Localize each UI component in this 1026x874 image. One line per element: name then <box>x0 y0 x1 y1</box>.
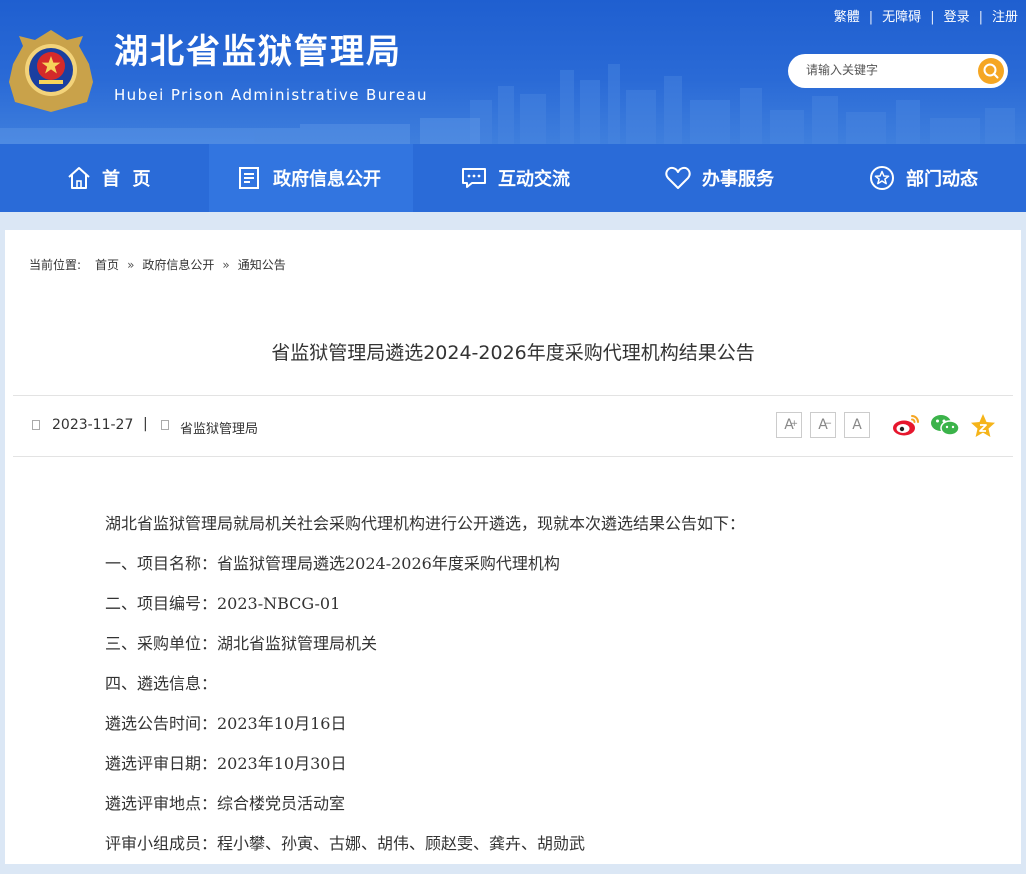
breadcrumb: 当前位置: 首页 » 政府信息公开 » 通知公告 <box>29 256 286 273</box>
chat-icon <box>462 168 486 188</box>
article-title: 省监狱管理局遴选2024-2026年度采购代理机构结果公告 <box>271 342 755 364</box>
breadcrumb-gov-info[interactable]: 政府信息公开 <box>142 258 214 272</box>
breadcrumb-separator: » <box>222 258 230 272</box>
plus-icon: + <box>790 419 798 429</box>
article-source: 省监狱管理局 <box>180 422 259 437</box>
login-link[interactable]: 登录 <box>944 10 970 25</box>
star-icon <box>870 166 894 190</box>
article-card: 当前位置: 首页 » 政府信息公开 » 通知公告 省监狱管理局遴选2024-2026年度采… <box>5 230 1021 864</box>
accessibility-link[interactable]: 无障碍 <box>882 10 921 25</box>
nav-item-gov-info[interactable]: 政府信息公开 <box>209 144 413 212</box>
search-input[interactable] <box>804 62 968 78</box>
breadcrumb-prefix: 当前位置: <box>29 258 82 272</box>
nav-item-label: 首 页 <box>102 169 151 190</box>
breadcrumb-home[interactable]: 首页 <box>95 258 119 272</box>
font-button-label: A <box>852 417 862 433</box>
nav-item-label: 部门动态 <box>906 169 978 190</box>
register-link[interactable]: 注册 <box>992 10 1018 25</box>
breadcrumb-separator: » <box>127 258 135 272</box>
nav-item-interaction[interactable]: 互动交流 <box>460 144 570 212</box>
article-paragraph: 一、项目名称：省监狱管理局遴选2024-2026年度采购代理机构 <box>105 554 560 573</box>
search-button[interactable] <box>978 58 1004 84</box>
article-paragraph: 湖北省监狱管理局就局机关社会采购代理机构进行公开遴选，现就本次遴选结果公告如下： <box>105 514 746 533</box>
article-paragraph: 评审小组成员：程小攀、孙寅、古娜、胡伟、顾赵雯、龚卉、胡勋武 <box>105 834 586 853</box>
home-icon <box>68 167 90 189</box>
font-decrease-button[interactable]: A − <box>810 412 836 438</box>
wechat-icon[interactable] <box>929 412 961 438</box>
police-emblem-icon[interactable] <box>5 24 97 116</box>
font-increase-button[interactable]: A + <box>776 412 802 438</box>
nav-item-home[interactable]: 首 页 <box>66 144 151 212</box>
meta-separator: | <box>143 416 148 432</box>
search-icon <box>983 63 999 79</box>
nav-item-label: 政府信息公开 <box>273 169 381 190</box>
article-paragraph: 四、遴选信息： <box>105 674 218 693</box>
site-title[interactable]: 湖北省监狱管理局 <box>114 32 402 72</box>
weibo-icon[interactable] <box>891 412 921 438</box>
document-icon <box>239 167 259 189</box>
minus-icon: − <box>824 419 832 429</box>
article-paragraph: 三、采购单位：湖北省监狱管理局机关 <box>105 634 378 653</box>
site-subtitle: Hubei Prison Administrative Bureau <box>114 86 428 104</box>
top-links: 繁體 | 无障碍 | 登录 | 注册 <box>834 6 1018 25</box>
heart-icon <box>665 166 691 189</box>
link-separator: | <box>868 10 874 25</box>
source-icon <box>161 420 169 430</box>
article-paragraph: 二、项目编号：2023-NBCG-01 <box>105 594 341 613</box>
traditional-chinese-link[interactable]: 繁體 <box>834 10 860 25</box>
nav-item-label: 办事服务 <box>702 169 774 190</box>
favorite-icon[interactable] <box>969 412 997 440</box>
nav-item-services[interactable]: 办事服务 <box>664 144 774 212</box>
link-separator: | <box>978 10 983 25</box>
article-meta-bar: 2023-11-27 | 省监狱管理局 A + A − A <box>13 395 1013 457</box>
font-reset-button[interactable]: A <box>844 412 870 438</box>
article-paragraph: 遴选评审日期：2023年10月30日 <box>105 754 347 773</box>
search-box <box>788 54 1008 88</box>
link-separator: | <box>930 10 935 25</box>
calendar-icon <box>32 420 40 430</box>
article-paragraph: 遴选公告时间：2023年10月16日 <box>105 714 347 733</box>
article-paragraph: 遴选评审地点：综合楼党员活动室 <box>105 794 346 813</box>
site-header: 繁體 | 无障碍 | 登录 | 注册 湖北省监狱管理局 Hubei Prison Admin… <box>0 0 1026 144</box>
article-body: 湖北省监狱管理局就局机关社会采购代理机构进行公开遴选，现就本次遴选结果公告如下：… <box>105 514 745 874</box>
nav-item-dept-news[interactable]: 部门动态 <box>868 144 978 212</box>
breadcrumb-notices[interactable]: 通知公告 <box>238 258 286 272</box>
main-nav: 首 页 政府信息公开 互动交流 办事服务 部门动态 <box>0 144 1026 212</box>
publish-date: 2023-11-27 <box>52 417 134 433</box>
nav-item-label: 互动交流 <box>498 169 570 190</box>
